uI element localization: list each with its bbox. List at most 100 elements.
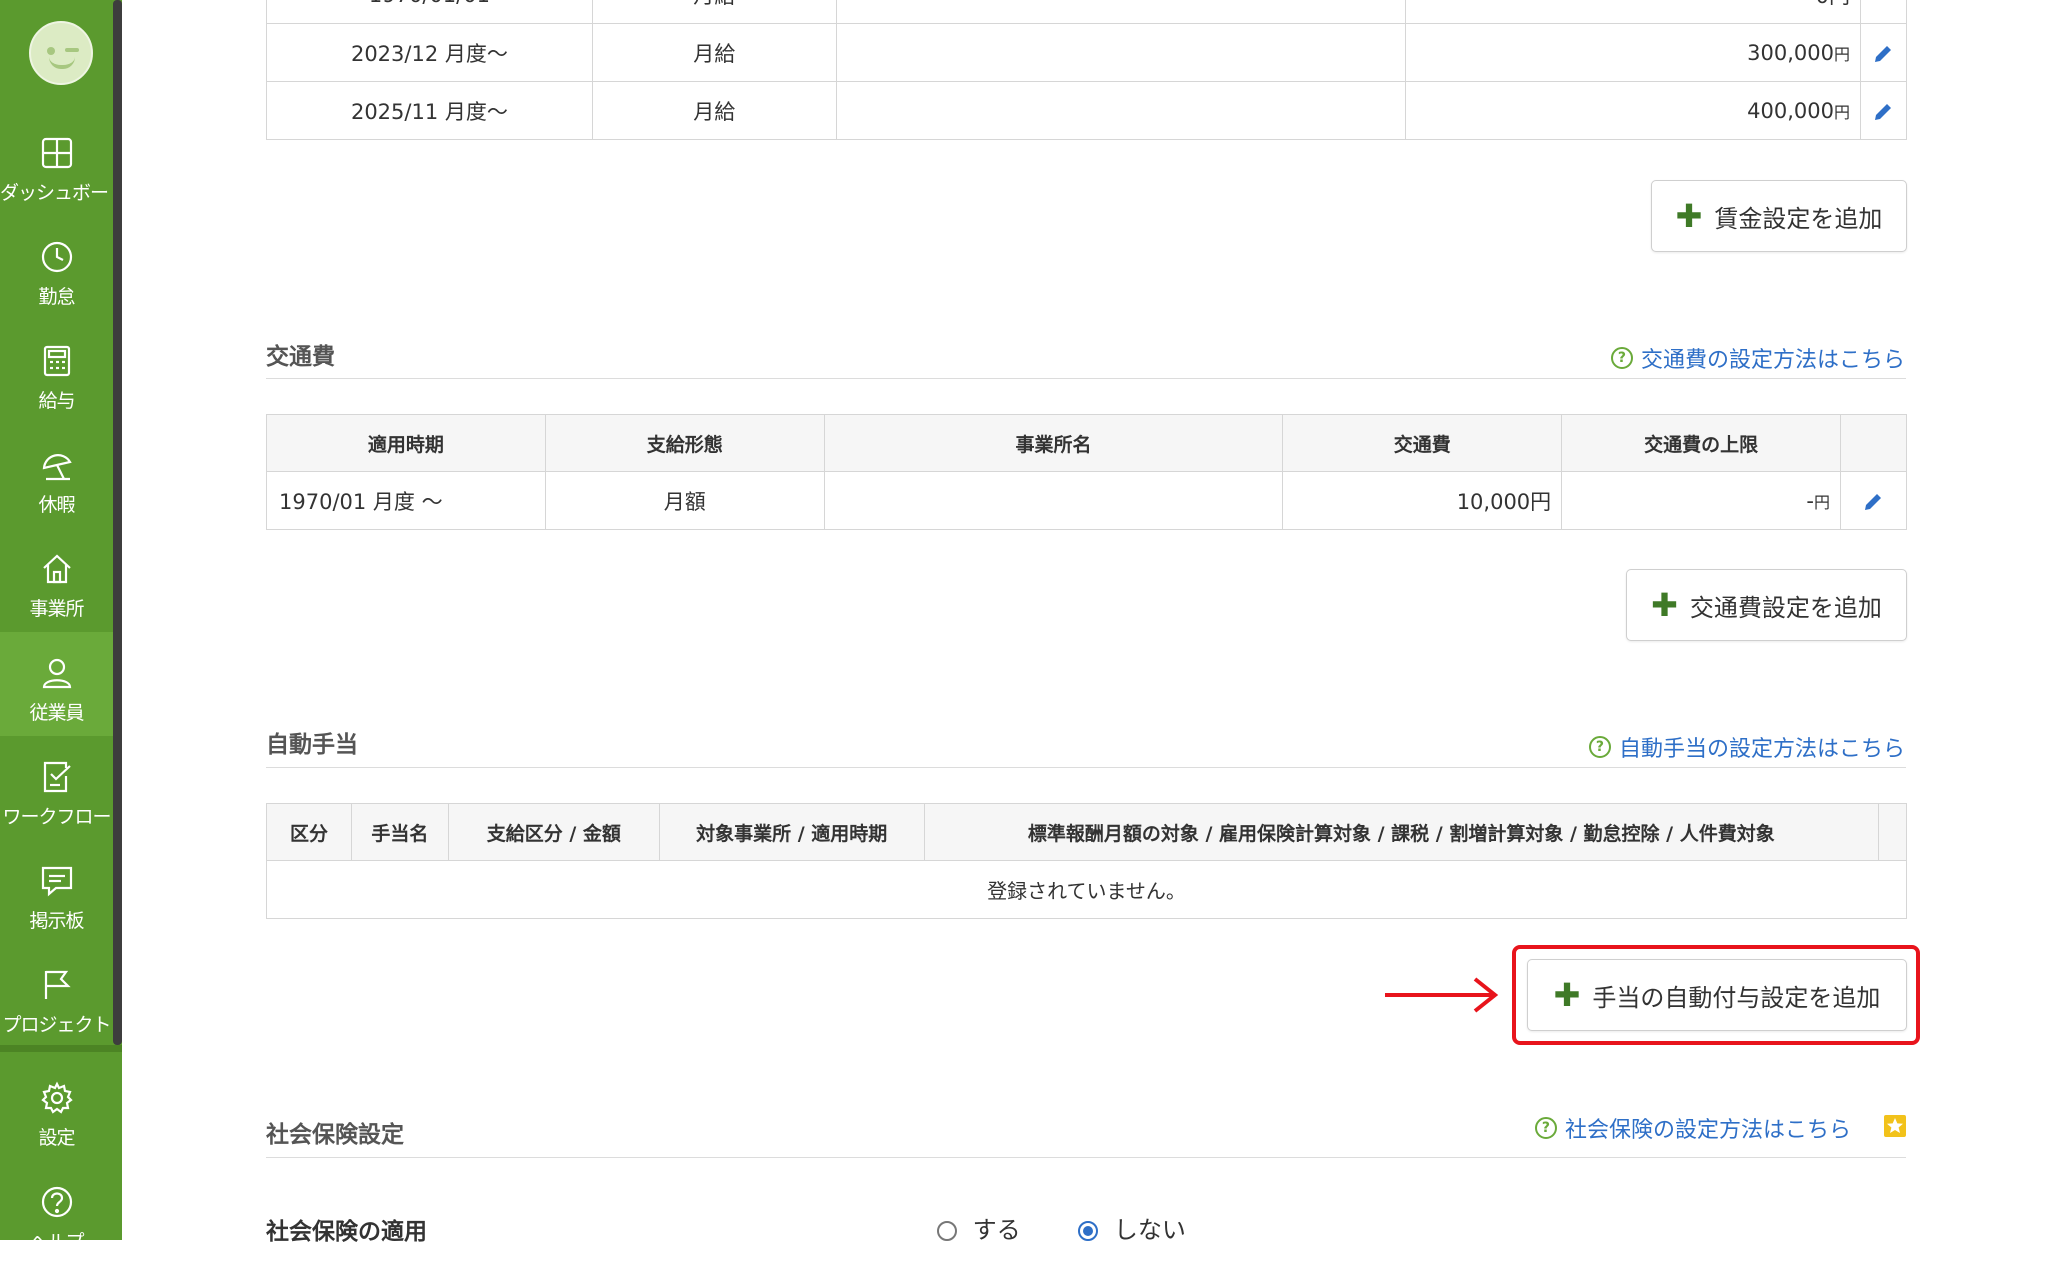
nav-item-office[interactable]: 事業所 xyxy=(0,528,113,632)
clock-icon xyxy=(41,241,73,273)
edit-button[interactable] xyxy=(1839,471,1908,530)
nav-label: ワークフロー xyxy=(2,806,111,828)
transport-limit: -円 xyxy=(1561,471,1841,530)
transport-section-title: 交通費 xyxy=(266,344,335,370)
col-header: 支給区分 / 金額 xyxy=(447,803,660,861)
col-header: 事業所名 xyxy=(823,414,1284,472)
wage-memo xyxy=(835,81,1407,140)
table-header-row: 区分 手当名 支給区分 / 金額 対象事業所 / 適用時期 標準報酬月額の対象 … xyxy=(266,803,1908,861)
allowance-section-title: 自動手当 xyxy=(266,732,358,758)
home-icon xyxy=(43,554,71,584)
section-divider xyxy=(266,1157,1906,1158)
annotation-arrow xyxy=(1385,977,1499,1013)
edit-button[interactable] xyxy=(1859,81,1908,140)
transport-period: 1970/01 月度 〜 xyxy=(266,471,546,530)
table-row: 1970/01 月度 〜 月額 10,000円 -円 xyxy=(266,471,1908,530)
help-icon: ? xyxy=(1610,347,1633,369)
nav-item-leave[interactable]: 休暇 xyxy=(0,424,113,528)
nav-label: 休暇 xyxy=(38,494,75,516)
nav-item-payroll[interactable]: 給与 xyxy=(0,320,113,424)
nav-label: ダッシュボード xyxy=(0,182,127,204)
edit-button[interactable] xyxy=(1859,23,1908,82)
wage-table: 1970/01/01月給0円 2023/12 月度〜 月給 300,000円 2… xyxy=(266,0,1908,140)
allowance-table: 区分 手当名 支給区分 / 金額 対象事業所 / 適用時期 標準報酬月額の対象 … xyxy=(266,803,1908,919)
nav-label: プロジェクト xyxy=(2,1014,111,1036)
nav-label: 従業員 xyxy=(29,702,84,724)
nav-label: 掲示板 xyxy=(29,910,84,932)
transport-table: 適用時期 支給形態 事業所名 交通費 交通費の上限 1970/01 月度 〜 月… xyxy=(266,414,1908,530)
col-header: 対象事業所 / 適用時期 xyxy=(658,803,925,861)
section-divider xyxy=(266,378,1906,379)
favorite-star-icon[interactable] xyxy=(1884,1115,1906,1137)
col-header: 交通費の上限 xyxy=(1561,414,1841,472)
nav-label: ヘルプ xyxy=(29,1231,84,1253)
pencil-icon xyxy=(1865,493,1882,510)
nav-item-workflow[interactable]: ワークフロー xyxy=(0,736,113,840)
wage-memo xyxy=(835,23,1407,82)
transport-type: 月額 xyxy=(544,471,825,530)
section-divider xyxy=(266,767,1906,768)
nav-item-dashboard[interactable]: ダッシュボード xyxy=(0,112,127,216)
social-apply-label: 社会保険の適用 xyxy=(266,1219,427,1245)
sidebar-scrollbar[interactable] xyxy=(113,0,122,1045)
radio-no[interactable] xyxy=(1078,1221,1099,1241)
app-logo[interactable] xyxy=(29,21,93,85)
add-wage-button[interactable]: ✚ 賃金設定を追加 xyxy=(1651,180,1907,252)
nav-label: 事業所 xyxy=(29,598,84,620)
nav-label: 給与 xyxy=(38,390,75,412)
checklist-icon xyxy=(43,761,71,793)
social-section-title: 社会保険設定 xyxy=(266,1122,404,1148)
nav-label: 勤怠 xyxy=(38,286,75,308)
col-header: 適用時期 xyxy=(266,414,546,472)
wage-period: 2025/11 月度〜 xyxy=(266,81,593,140)
dashboard-icon xyxy=(41,137,73,169)
col-header: 支給形態 xyxy=(544,414,825,472)
pencil-icon xyxy=(1875,103,1892,120)
col-header: 区分 xyxy=(266,803,352,861)
table-row: 2023/12 月度〜 月給 300,000円 xyxy=(266,23,1908,82)
help-icon xyxy=(41,1186,73,1218)
nav-item-board[interactable]: 掲示板 xyxy=(0,840,113,944)
col-header: 交通費 xyxy=(1282,414,1563,472)
nav-label: 設定 xyxy=(38,1127,75,1149)
person-icon xyxy=(42,658,72,689)
plus-icon: ✚ xyxy=(1651,586,1678,624)
help-icon: ? xyxy=(1534,1117,1557,1139)
wage-amount: 300,000円 xyxy=(1405,23,1861,82)
add-transport-button[interactable]: ✚ 交通費設定を追加 xyxy=(1626,569,1907,641)
allowance-help-link[interactable]: ? 自動手当の設定方法はこちら xyxy=(1588,731,1905,763)
plus-icon: ✚ xyxy=(1553,976,1581,1014)
table-header-row: 適用時期 支給形態 事業所名 交通費 交通費の上限 xyxy=(266,414,1908,472)
wage-type: 月給 xyxy=(591,81,837,140)
col-header: 手当名 xyxy=(350,803,449,861)
nav-item-help[interactable]: ヘルプ xyxy=(0,1161,113,1265)
pencil-icon xyxy=(1875,45,1892,62)
transport-amount: 10,000円 xyxy=(1282,471,1563,530)
wage-amount: 400,000円 xyxy=(1405,81,1861,140)
table-row: 1970/01/01月給0円 xyxy=(266,0,1908,24)
add-allowance-button[interactable]: ✚ 手当の自動付与設定を追加 xyxy=(1527,959,1907,1031)
sidebar-bottom: 設定 ヘルプ xyxy=(0,1045,122,1253)
flag-icon xyxy=(44,970,71,999)
radio-yes[interactable] xyxy=(937,1221,957,1241)
social-help-link[interactable]: ? 社会保険の設定方法はこちら xyxy=(1534,1112,1851,1144)
gear-icon xyxy=(41,1081,73,1114)
col-header: 標準報酬月額の対象 / 雇用保険計算対象 / 課税 / 割増計算対象 / 勤怠控… xyxy=(923,803,1879,861)
calculator-icon xyxy=(43,345,71,377)
nav-item-employees[interactable]: 従業員 xyxy=(0,632,113,736)
nav-item-project[interactable]: プロジェクト xyxy=(0,944,113,1048)
empty-message: 登録されていません。 xyxy=(266,860,1907,919)
nav-item-settings[interactable]: 設定 xyxy=(0,1057,113,1161)
table-row: 2025/11 月度〜 月給 400,000円 xyxy=(266,81,1908,140)
plus-icon: ✚ xyxy=(1675,197,1703,235)
wage-type: 月給 xyxy=(591,23,837,82)
help-icon: ? xyxy=(1588,736,1611,758)
table-row: 登録されていません。 xyxy=(266,860,1907,919)
nav-item-attendance[interactable]: 勤怠 xyxy=(0,216,113,320)
transport-office xyxy=(823,471,1284,530)
transport-help-link[interactable]: ? 交通費の設定方法はこちら xyxy=(1610,342,1905,374)
chat-icon xyxy=(41,866,73,897)
sidebar: ダッシュボード 勤怠 給与 休暇 事業所 従業員 ワークフロー 掲示板 プロジェ… xyxy=(0,0,127,1253)
wage-period: 2023/12 月度〜 xyxy=(266,23,593,82)
umbrella-icon xyxy=(42,454,72,481)
